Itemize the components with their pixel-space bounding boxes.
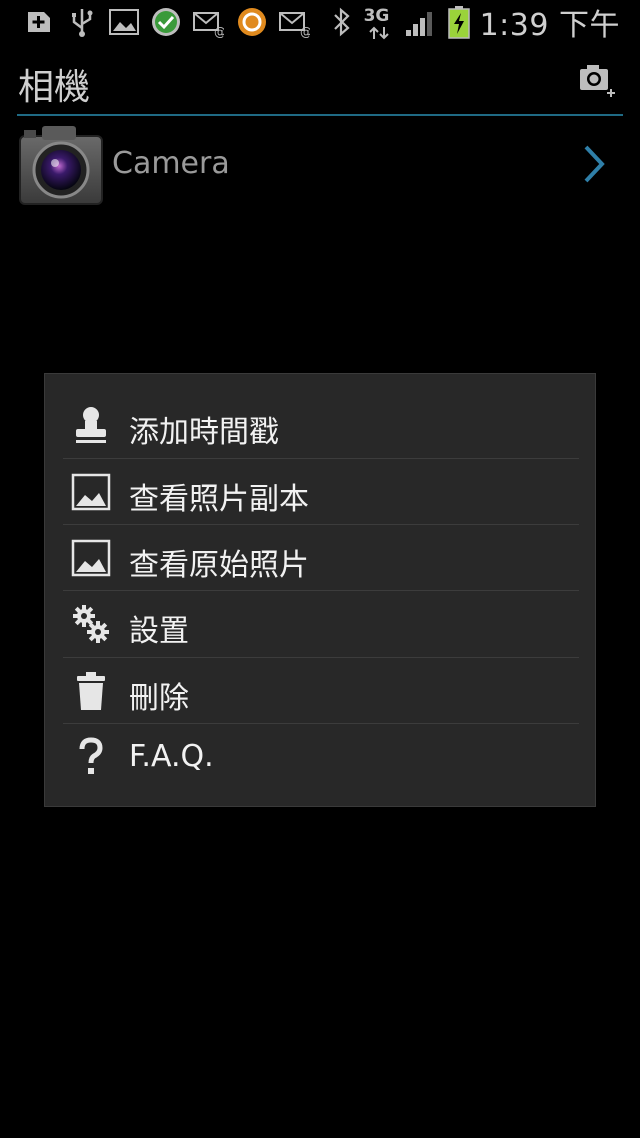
list-item-label: Camera (112, 146, 230, 181)
svg-text:@: @ (214, 25, 224, 38)
menu-item-label: F.A.Q. (129, 739, 214, 774)
menu-item-faq[interactable]: F.A.Q. (63, 724, 579, 790)
menu-item-delete[interactable]: 刪除 (63, 658, 579, 724)
chevron-right-icon (584, 145, 605, 183)
usb-icon (72, 9, 93, 37)
list-item-camera[interactable]: Camera (0, 118, 640, 210)
menu-item-label: 刪除 (129, 681, 189, 716)
svg-text:@: @ (300, 25, 310, 38)
status-bar: @ @ 3G 1:39 下午 (0, 0, 640, 44)
header-divider (17, 114, 623, 116)
data-arrows-icon (368, 26, 389, 40)
question-icon (79, 737, 103, 774)
bluetooth-icon (333, 7, 350, 37)
orange-app-notification-icon (238, 8, 266, 36)
camera-app-icon (19, 126, 103, 205)
menu-item-add-timestamp[interactable]: 添加時間戳 (63, 392, 579, 458)
menu-item-label: 查看照片副本 (129, 482, 309, 517)
menu-item-label: 查看原始照片 (129, 548, 309, 583)
gears-icon (73, 605, 109, 643)
stamp-icon (76, 407, 106, 443)
menu-item-label: 添加時間戳 (129, 415, 279, 450)
trash-icon (77, 672, 105, 710)
status-time: 1:39 下午 (479, 8, 620, 43)
email-notification-icon-2: @ (279, 12, 310, 38)
gallery-notification-icon (109, 9, 139, 35)
check-notification-icon (152, 8, 180, 36)
email-notification-icon: @ (193, 12, 224, 38)
context-menu-dialog: 添加時間戳 查看照片副本 查看原始照片 設置 刪除 F.A.Q. (44, 373, 596, 807)
menu-item-view-original[interactable]: 查看原始照片 (63, 525, 579, 591)
menu-item-view-copy[interactable]: 查看照片副本 (63, 459, 579, 525)
page-title: 相機 (18, 67, 91, 108)
signal-strength-icon (405, 12, 432, 36)
network-type-indicator: 3G (364, 2, 394, 42)
image-icon (71, 473, 111, 511)
menu-item-settings[interactable]: 設置 (63, 591, 579, 657)
add-notification-icon (28, 12, 50, 32)
network-type-label: 3G (363, 6, 390, 26)
battery-charging-icon (447, 6, 470, 39)
add-camera-icon[interactable] (578, 62, 618, 98)
image-icon (71, 539, 111, 577)
status-right: 3G 1:39 下午 (330, 0, 620, 44)
app-header: 相機 (0, 44, 640, 116)
menu-item-label: 設置 (129, 614, 189, 649)
